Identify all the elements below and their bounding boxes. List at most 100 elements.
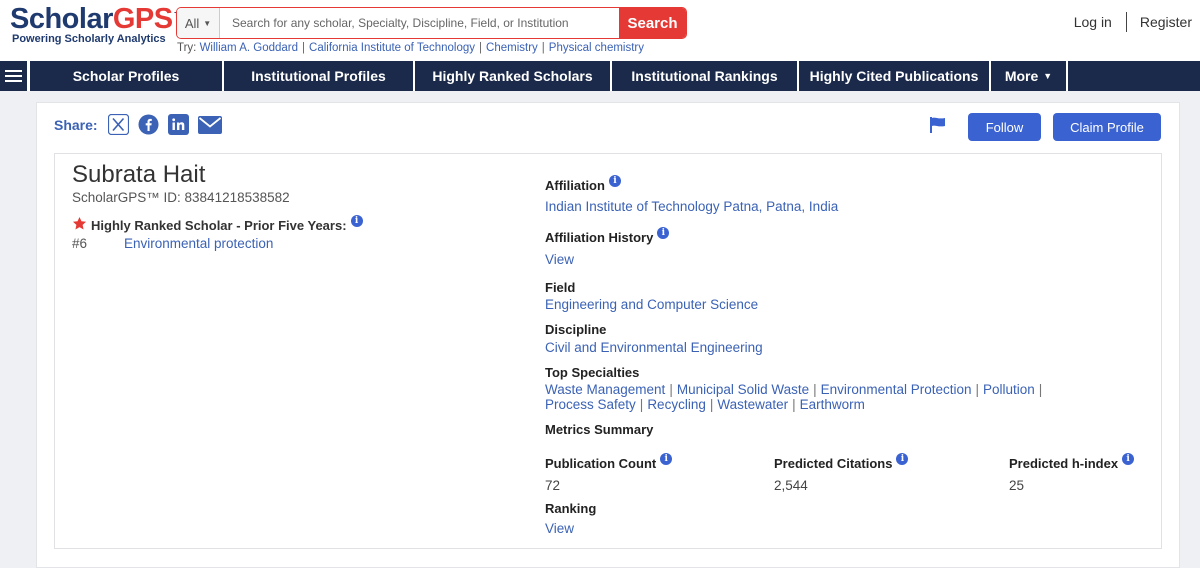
specialty-link[interactable]: Pollution [983, 382, 1035, 397]
predicted-hindex-heading: Predicted h-index i [1009, 453, 1135, 471]
specialty-link[interactable]: Wastewater [717, 397, 788, 412]
specialty-link[interactable]: Waste Management [545, 382, 665, 397]
separator: | [813, 382, 817, 397]
search-scope-value: All [184, 15, 200, 31]
suggestion-link[interactable]: Chemistry [486, 42, 538, 54]
try-label: Try: [177, 42, 197, 54]
facebook-icon[interactable] [138, 114, 159, 135]
share-bar: Share: [54, 114, 231, 135]
predicted-citations-label: Predicted Citations [774, 456, 893, 471]
info-icon[interactable]: i [350, 215, 363, 227]
main-nav: Scholar Profiles Institutional Profiles … [0, 61, 1200, 91]
suggestion-link[interactable]: William A. Goddard [200, 42, 298, 54]
publication-count-value: 72 [545, 478, 561, 493]
rank-number: #6 [72, 236, 88, 251]
nav-more[interactable]: More ▼ [991, 61, 1068, 91]
ranking-label: Ranking [545, 501, 597, 516]
info-icon[interactable]: i [896, 453, 909, 465]
search-bar: All ▼ Search [176, 7, 687, 39]
suggestion-link[interactable]: Physical chemistry [549, 42, 644, 54]
nav-institutional-profiles[interactable]: Institutional Profiles [224, 61, 415, 91]
specialty-link[interactable]: Process Safety [545, 397, 636, 412]
specialty-link[interactable]: Recycling [647, 397, 706, 412]
ranking-view-link[interactable]: View [545, 521, 574, 536]
specialties-line: Process Safety | Recycling | Wastewater | Eart… [545, 397, 865, 412]
separator: | [975, 382, 979, 397]
affiliation-history-label: Affiliation History [545, 230, 654, 245]
register-link[interactable]: Register [1140, 14, 1192, 30]
email-icon[interactable] [197, 114, 222, 135]
logo-tagline: Powering Scholarly Analytics [12, 33, 166, 45]
logo-text-gps: GPS [112, 3, 173, 35]
affiliation-heading: Affiliation i [545, 175, 621, 193]
logo-text-scholar: Scholar [10, 3, 113, 35]
metrics-summary-label: Metrics Summary [545, 422, 654, 437]
specialty-link[interactable]: Earthworm [800, 397, 865, 412]
predicted-hindex-value: 25 [1009, 478, 1025, 493]
publication-count-label: Publication Count [545, 456, 657, 471]
top-specialties-label: Top Specialties [545, 365, 640, 380]
scholar-id: ScholarGPS™ ID: 83841218538582 [72, 190, 290, 205]
caret-down-icon: ▼ [1043, 71, 1053, 81]
profile-card: Share: Follow Claim Profile Subrata Hait… [36, 102, 1180, 568]
search-suggestions: Try: William A. Goddard | California Insti… [177, 42, 644, 54]
info-icon[interactable]: i [657, 227, 670, 239]
rank-area-link[interactable]: Environmental protection [124, 236, 273, 251]
field-link[interactable]: Engineering and Computer Science [545, 297, 758, 312]
logo-wordmark: ScholarGPS™ [10, 3, 187, 35]
affiliation-label: Affiliation [545, 178, 605, 193]
nav-institutional-rankings[interactable]: Institutional Rankings [612, 61, 799, 91]
separator: | [302, 42, 306, 54]
affiliation-history-heading: Affiliation History i [545, 227, 670, 245]
specialty-link[interactable]: Environmental Protection [821, 382, 972, 397]
info-icon[interactable]: i [660, 453, 673, 465]
rank-row: #6 Environmental protection [72, 236, 273, 251]
predicted-citations-heading: Predicted Citations i [774, 453, 909, 471]
hamburger-menu-icon[interactable] [0, 61, 30, 91]
divider [1125, 12, 1127, 32]
discipline-label: Discipline [545, 322, 607, 337]
claim-profile-button[interactable]: Claim Profile [1053, 113, 1161, 141]
nav-highly-ranked-scholars[interactable]: Highly Ranked Scholars [415, 61, 612, 91]
separator: | [479, 42, 483, 54]
highly-ranked-heading: Highly Ranked Scholar - Prior Five Years… [72, 215, 363, 234]
nav-highly-cited-publications[interactable]: Highly Cited Publications [799, 61, 991, 91]
affiliation-link[interactable]: Indian Institute of Technology Patna, Pa… [545, 199, 838, 214]
specialties-line: Waste Management | Municipal Solid Waste | E… [545, 382, 1046, 397]
predicted-hindex-label: Predicted h-index [1009, 456, 1119, 471]
auth-links: Log in Register [1074, 12, 1192, 32]
search-input[interactable] [220, 8, 619, 38]
search-scope-dropdown[interactable]: All ▼ [177, 8, 220, 38]
publication-count-heading: Publication Count i [545, 453, 673, 471]
nav-scholar-profiles[interactable]: Scholar Profiles [30, 61, 224, 91]
flag-icon[interactable] [929, 116, 947, 139]
suggestion-link[interactable]: California Institute of Technology [309, 42, 475, 54]
login-link[interactable]: Log in [1074, 14, 1112, 30]
search-button[interactable]: Search [619, 8, 686, 38]
separator: | [669, 382, 673, 397]
chevron-down-icon: ▼ [203, 18, 212, 28]
nav-more-label: More [1004, 68, 1039, 84]
separator: | [709, 397, 714, 412]
separator: | [1038, 382, 1043, 397]
star-icon [72, 216, 87, 234]
field-label: Field [545, 280, 576, 295]
share-label: Share: [54, 116, 98, 133]
separator: | [792, 397, 796, 412]
header: ScholarGPS™ Powering Scholarly Analytics… [0, 0, 1200, 61]
info-icon[interactable]: i [1122, 453, 1135, 465]
affiliation-history-view-link[interactable]: View [545, 252, 574, 267]
linkedin-icon[interactable] [167, 114, 189, 135]
highly-ranked-label: Highly Ranked Scholar - Prior Five Years… [91, 217, 347, 233]
separator: | [639, 397, 644, 412]
separator: | [541, 42, 545, 54]
profile-details-panel: Subrata Hait ScholarGPS™ ID: 83841218538… [54, 153, 1162, 549]
x-twitter-icon[interactable] [107, 114, 129, 135]
specialty-link[interactable]: Municipal Solid Waste [677, 382, 809, 397]
info-icon[interactable]: i [608, 175, 621, 187]
discipline-link[interactable]: Civil and Environmental Engineering [545, 340, 763, 355]
scholar-name: Subrata Hait [72, 161, 206, 188]
predicted-citations-value: 2,544 [774, 478, 808, 493]
scholargps-logo[interactable]: ScholarGPS™ Powering Scholarly Analytics [10, 3, 187, 45]
follow-button[interactable]: Follow [968, 113, 1041, 141]
